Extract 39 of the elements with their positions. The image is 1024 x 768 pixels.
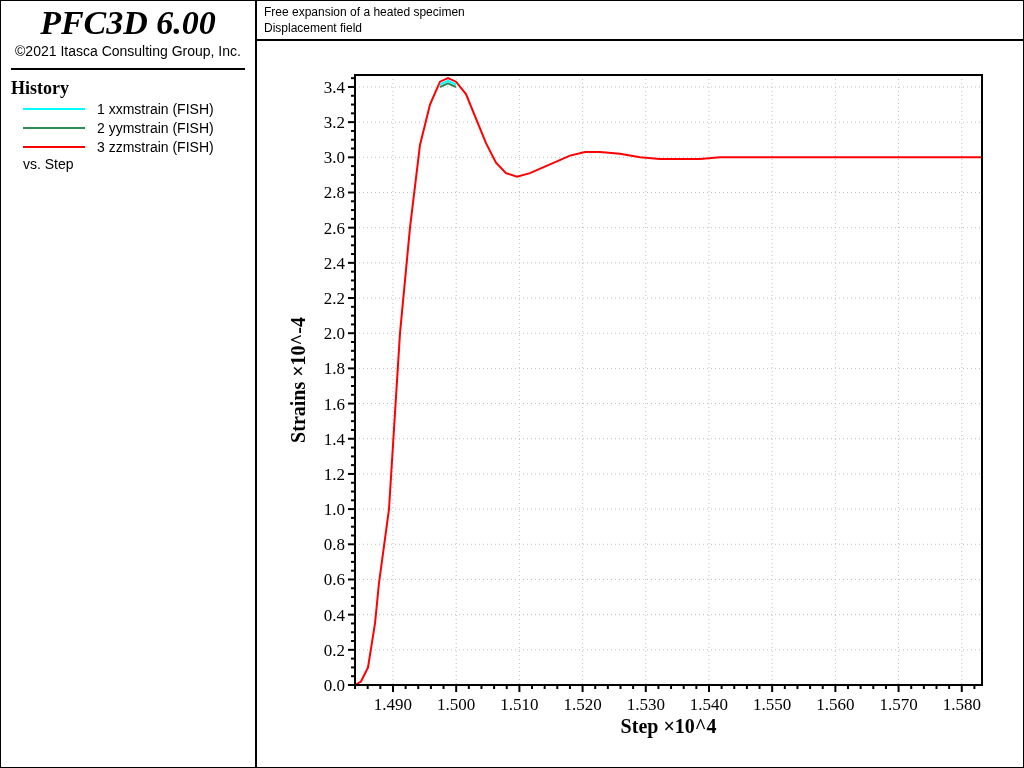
y-tick-label: 1.6 bbox=[323, 394, 345, 414]
legend-label: 2 yymstrain (FISH) bbox=[97, 119, 214, 136]
y-tick-label: 3.0 bbox=[323, 148, 345, 168]
header-text: Displacement field bbox=[264, 20, 363, 36]
x-tick-label: 1.560 bbox=[816, 695, 855, 714]
y-tick-label: 1.2 bbox=[323, 464, 345, 484]
y-tick-label: 0.6 bbox=[323, 570, 345, 590]
legend-title: History bbox=[11, 78, 69, 99]
versus-label: vs. Step bbox=[23, 156, 74, 172]
y-axis-title: Strains ×10^-4 bbox=[287, 317, 309, 443]
y-tick-label: 0.2 bbox=[323, 640, 345, 660]
app-title: PFC3D 6.00 bbox=[40, 5, 216, 41]
y-tick-label: 2.8 bbox=[323, 183, 345, 203]
x-tick-label: 1.530 bbox=[626, 695, 665, 714]
legend-label: 1 xxmstrain (FISH) bbox=[97, 100, 214, 117]
y-tick-label: 0.8 bbox=[323, 535, 345, 555]
y-tick-label: 0.4 bbox=[323, 605, 345, 625]
y-tick-label: 1.8 bbox=[323, 359, 345, 379]
y-tick-label: 2.2 bbox=[323, 289, 345, 309]
x-axis-title: Step ×10^4 bbox=[620, 715, 717, 737]
y-tick-label: 0.0 bbox=[323, 676, 345, 695]
y-tick-label: 3.4 bbox=[323, 77, 345, 97]
x-tick-label: 1.510 bbox=[500, 695, 539, 714]
x-tick-label: 1.550 bbox=[753, 695, 792, 714]
y-tick-label: 2.0 bbox=[323, 324, 345, 344]
x-tick-label: 1.580 bbox=[942, 695, 981, 714]
x-tick-label: 1.570 bbox=[879, 695, 918, 714]
y-tick-label: 3.2 bbox=[323, 113, 345, 133]
x-tick-label: 1.500 bbox=[437, 695, 476, 714]
y-tick-label: 1.4 bbox=[323, 429, 345, 449]
legend-label: 3 zzmstrain (FISH) bbox=[97, 138, 214, 155]
copyright-text: ©2021 Itasca Consulting Group, Inc. bbox=[15, 43, 241, 59]
header-text: Free expansion of a heated specimen bbox=[264, 4, 465, 20]
x-tick-label: 1.490 bbox=[373, 695, 413, 714]
y-tick-label: 2.4 bbox=[323, 253, 345, 273]
x-tick-label: 1.520 bbox=[563, 695, 602, 714]
y-tick-label: 1.0 bbox=[323, 500, 345, 520]
y-tick-label: 2.6 bbox=[323, 218, 345, 238]
x-tick-label: 1.540 bbox=[689, 695, 729, 714]
